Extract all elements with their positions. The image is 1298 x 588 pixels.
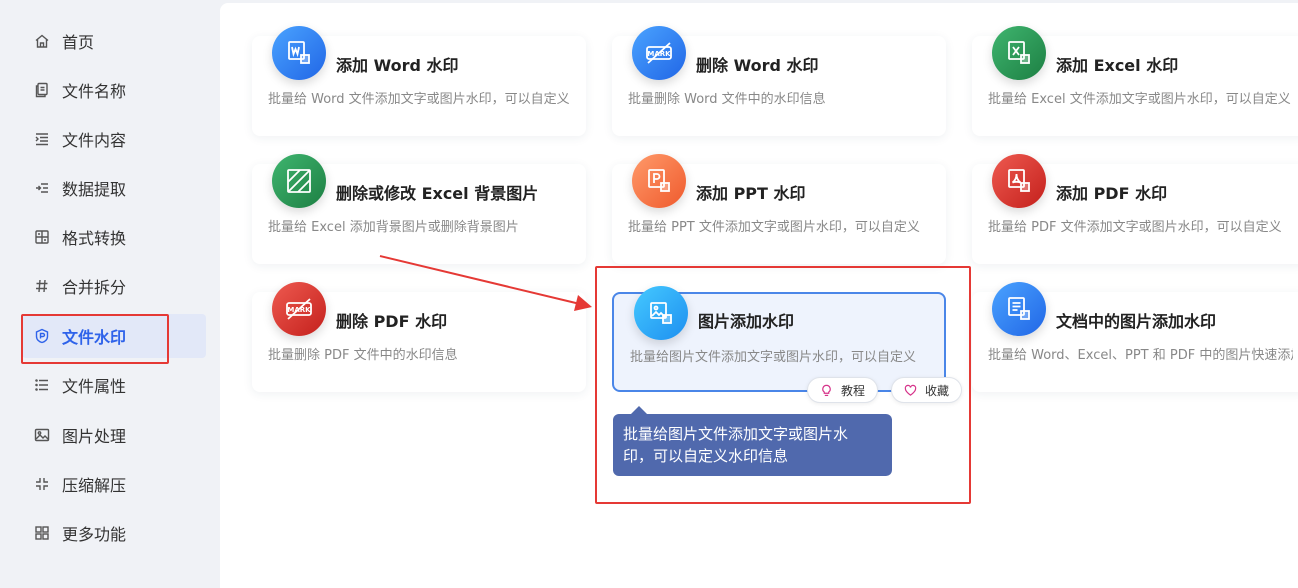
file-copy-icon: [34, 82, 50, 98]
sidebar-item-label: 文件名称: [62, 82, 127, 101]
svg-text:MARK: MARK: [647, 50, 671, 58]
card-remove-pdf-watermark[interactable]: MARK 删除 PDF 水印 批量删除 PDF 文件中的水印信息: [252, 282, 586, 392]
card-description: 批量给图片文件添加文字或图片水印，可以自定义: [630, 350, 917, 365]
doc-image-watermark-icon: [992, 282, 1046, 336]
sidebar-item-label: 文件内容: [62, 131, 127, 150]
card-doc-image-watermark[interactable]: 文档中的图片添加水印 批量给 Word、Excel、PPT 和 PDF 中的图片…: [972, 282, 1298, 392]
sidebar-item-label: 文件水印: [62, 328, 127, 347]
pdf-watermark-icon: [992, 154, 1046, 208]
card-description: 批量给 PPT 文件添加文字或图片水印，可以自定义: [628, 220, 920, 235]
tooltip-line-2: 印，可以自定义水印信息: [623, 447, 789, 465]
sidebar-item-label: 数据提取: [62, 180, 127, 199]
svg-text:MARK: MARK: [287, 306, 311, 314]
sidebar-item-file-content[interactable]: 文件内容: [22, 117, 206, 161]
card-add-ppt-watermark[interactable]: 添加 PPT 水印 批量给 PPT 文件添加文字或图片水印，可以自定义: [612, 154, 946, 264]
heart-icon: [904, 384, 917, 396]
image-watermark-icon: [634, 286, 688, 340]
sidebar-item-data-extract[interactable]: 数据提取: [22, 166, 206, 210]
favorite-button[interactable]: 收藏: [891, 377, 963, 403]
sidebar-item-merge-split[interactable]: 合并拆分: [22, 264, 206, 308]
excel-background-icon: [272, 154, 326, 208]
sidebar-item-label: 格式转换: [62, 229, 127, 248]
mark-remove-icon: MARK: [632, 26, 686, 80]
card-title: 删除 Word 水印: [696, 56, 819, 75]
compress-icon: [34, 476, 50, 492]
convert-icon: [34, 229, 50, 245]
card-title: 图片添加水印: [698, 312, 795, 331]
sidebar-item-label: 图片处理: [62, 427, 127, 446]
image-icon: [34, 427, 50, 443]
sidebar-item-label: 首页: [62, 33, 95, 52]
tutorial-button[interactable]: 教程: [807, 377, 879, 403]
card-title: 文档中的图片添加水印: [1056, 312, 1217, 331]
sidebar-item-label: 压缩解压: [62, 476, 127, 495]
card-image-watermark[interactable]: 图片添加水印 批量给图片文件添加文字或图片水印，可以自定义: [612, 286, 946, 392]
watermark-shield-icon: [34, 328, 50, 344]
card-description: 批量删除 Word 文件中的水印信息: [628, 92, 826, 107]
card-description: 批量给 Word 文件添加文字或图片水印，可以自定义: [268, 92, 570, 107]
sidebar-item-label: 更多功能: [62, 525, 127, 544]
card-title: 添加 Excel 水印: [1056, 56, 1179, 75]
card-title: 添加 PPT 水印: [696, 184, 806, 203]
favorite-label: 收藏: [925, 383, 950, 398]
main-content: 添加 Word 水印 批量给 Word 文件添加文字或图片水印，可以自定义 MA…: [220, 3, 1298, 588]
list-indent-icon: [34, 131, 50, 147]
card-excel-background[interactable]: 删除或修改 Excel 背景图片 批量给 Excel 添加背景图片或删除背景图片: [252, 154, 586, 264]
card-remove-word-watermark[interactable]: MARK 删除 Word 水印 批量删除 Word 文件中的水印信息: [612, 26, 946, 136]
tooltip-line-1: 批量给图片文件添加文字或图片水: [623, 425, 849, 443]
word-watermark-icon: [272, 26, 326, 80]
sidebar-item-file-watermark[interactable]: 文件水印: [21, 314, 206, 364]
sidebar-item-format-convert[interactable]: 格式转换: [22, 215, 206, 259]
card-add-word-watermark[interactable]: 添加 Word 水印 批量给 Word 文件添加文字或图片水印，可以自定义: [252, 26, 586, 136]
card-title: 删除 PDF 水印: [336, 312, 448, 331]
sidebar-item-image-process[interactable]: 图片处理: [22, 413, 206, 457]
card-title: 添加 Word 水印: [336, 56, 459, 75]
bulb-icon: [822, 384, 831, 396]
sidebar-item-label: 文件属性: [62, 377, 127, 396]
ppt-watermark-icon: [632, 154, 686, 208]
mark-remove-icon: MARK: [272, 282, 326, 336]
card-description: 批量给 PDF 文件添加文字或图片水印，可以自定义: [988, 220, 1282, 235]
card-description: 批量给 Excel 文件添加文字或图片水印，可以自定义: [988, 92, 1291, 107]
card-tooltip: 批量给图片文件添加文字或图片水 印，可以自定义水印信息: [613, 406, 892, 476]
card-title: 删除或修改 Excel 背景图片: [336, 184, 539, 203]
sidebar-item-compress[interactable]: 压缩解压: [22, 462, 206, 506]
sidebar-item-label: 合并拆分: [62, 278, 127, 297]
card-title: 添加 PDF 水印: [1056, 184, 1168, 203]
list-icon: [34, 377, 50, 393]
tutorial-label: 教程: [841, 383, 866, 398]
card-description: 批量给 Word、Excel、PPT 和 PDF 中的图片快速添加: [988, 348, 1293, 363]
excel-watermark-icon: [992, 26, 1046, 80]
grid-icon: [34, 525, 50, 541]
card-description: 批量给 Excel 添加背景图片或删除背景图片: [268, 220, 519, 235]
home-icon: [34, 33, 50, 49]
extract-icon: [34, 180, 50, 196]
sidebar-item-home[interactable]: 首页: [22, 19, 206, 63]
hash-icon: [34, 278, 50, 294]
sidebar-item-more[interactable]: 更多功能: [22, 511, 206, 555]
card-add-pdf-watermark[interactable]: 添加 PDF 水印 批量给 PDF 文件添加文字或图片水印，可以自定义: [972, 154, 1298, 264]
sidebar-item-file-properties[interactable]: 文件属性: [22, 363, 206, 407]
card-add-excel-watermark[interactable]: 添加 Excel 水印 批量给 Excel 文件添加文字或图片水印，可以自定义: [972, 26, 1298, 136]
card-description: 批量删除 PDF 文件中的水印信息: [268, 348, 458, 363]
sidebar-item-file-name[interactable]: 文件名称: [22, 68, 206, 112]
sidebar: 首页 文件名称 文件内容 数据提取 格式转换 合并拆分 文件水印 文件属性 图片…: [0, 0, 218, 588]
